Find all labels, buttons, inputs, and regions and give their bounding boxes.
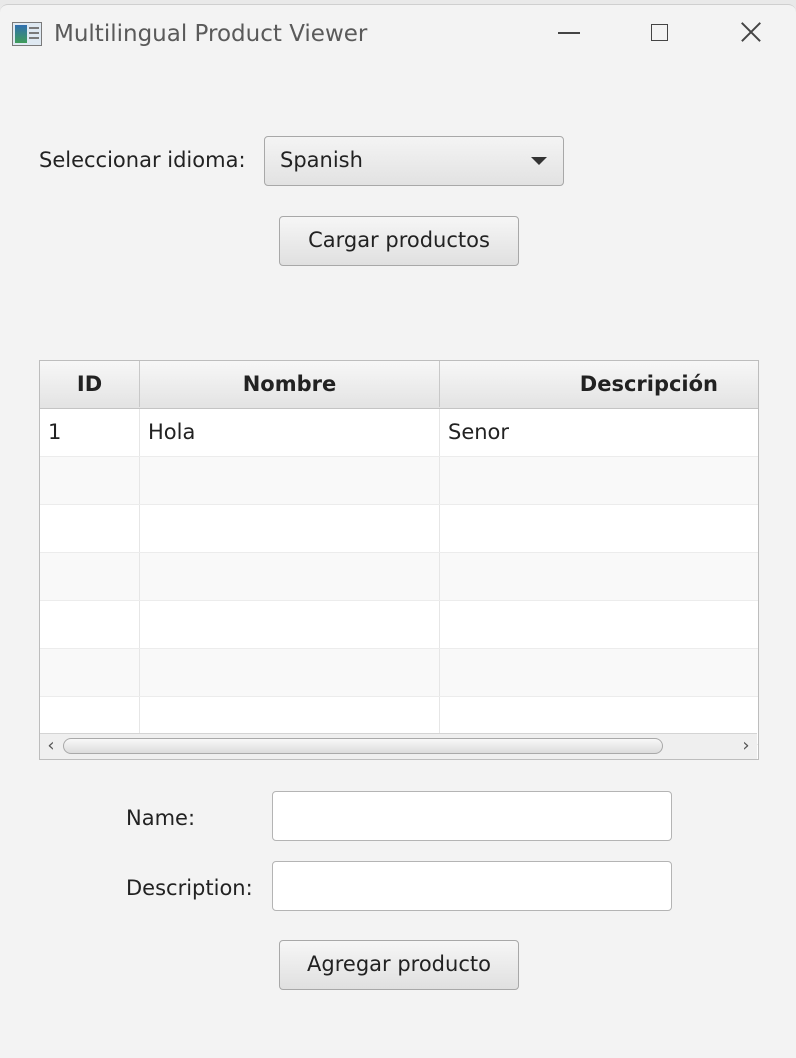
column-header-description[interactable]: Descripción (440, 361, 758, 407)
cell-name (140, 601, 440, 648)
name-label: Name: (126, 806, 196, 830)
horizontal-scrollbar[interactable]: ‹ › (40, 733, 757, 759)
close-button[interactable] (706, 5, 796, 63)
cell-description (440, 553, 758, 600)
minimize-button[interactable] (524, 5, 614, 63)
scroll-right-icon[interactable]: › (737, 737, 755, 756)
table-row[interactable] (40, 553, 758, 601)
cell-description (440, 457, 758, 504)
app-icon (12, 22, 42, 46)
cell-id (40, 553, 140, 600)
window-title: Multilingual Product Viewer (54, 21, 368, 47)
table-row[interactable]: 1 Hola Senor (40, 409, 758, 457)
scroll-left-icon[interactable]: ‹ (42, 737, 60, 756)
add-product-button[interactable]: Agregar producto (279, 940, 519, 990)
maximize-icon (650, 23, 668, 41)
app-window: Multilingual Product Viewer Seleccionar … (0, 4, 796, 1058)
products-table[interactable]: ID Nombre Descripción 1 Hola Senor ‹ › (39, 360, 759, 760)
language-label: Seleccionar idioma: (39, 148, 246, 172)
table-row[interactable] (40, 457, 758, 505)
column-header-id[interactable]: ID (40, 361, 140, 407)
cell-description: Senor (448, 420, 510, 444)
dropdown-arrow-icon (531, 157, 547, 165)
cell-name: Hola (140, 409, 440, 456)
cell-id (40, 505, 140, 552)
table-row[interactable] (40, 601, 758, 649)
description-label: Description: (126, 876, 253, 900)
cell-name (140, 553, 440, 600)
language-selected-value: Spanish (280, 148, 363, 172)
title-bar[interactable]: Multilingual Product Viewer (0, 5, 796, 63)
cell-id (40, 601, 140, 648)
minimize-icon (558, 32, 580, 34)
cell-name (140, 457, 440, 504)
table-header: ID Nombre Descripción (40, 361, 758, 409)
close-icon (740, 21, 762, 43)
cell-id: 1 (40, 409, 140, 456)
description-input[interactable] (272, 861, 672, 911)
name-input[interactable] (272, 791, 672, 841)
column-header-name[interactable]: Nombre (140, 361, 440, 407)
cell-name (140, 649, 440, 696)
cell-description (440, 505, 758, 552)
cell-id (40, 649, 140, 696)
load-products-button[interactable]: Cargar productos (279, 216, 519, 266)
language-combobox[interactable]: Spanish (264, 136, 564, 186)
table-row[interactable] (40, 505, 758, 553)
maximize-button[interactable] (614, 5, 704, 63)
table-row[interactable] (40, 649, 758, 697)
cell-name (140, 505, 440, 552)
cell-description (440, 601, 758, 648)
scrollbar-thumb[interactable] (63, 738, 663, 754)
cell-id (40, 457, 140, 504)
cell-description (440, 649, 758, 696)
